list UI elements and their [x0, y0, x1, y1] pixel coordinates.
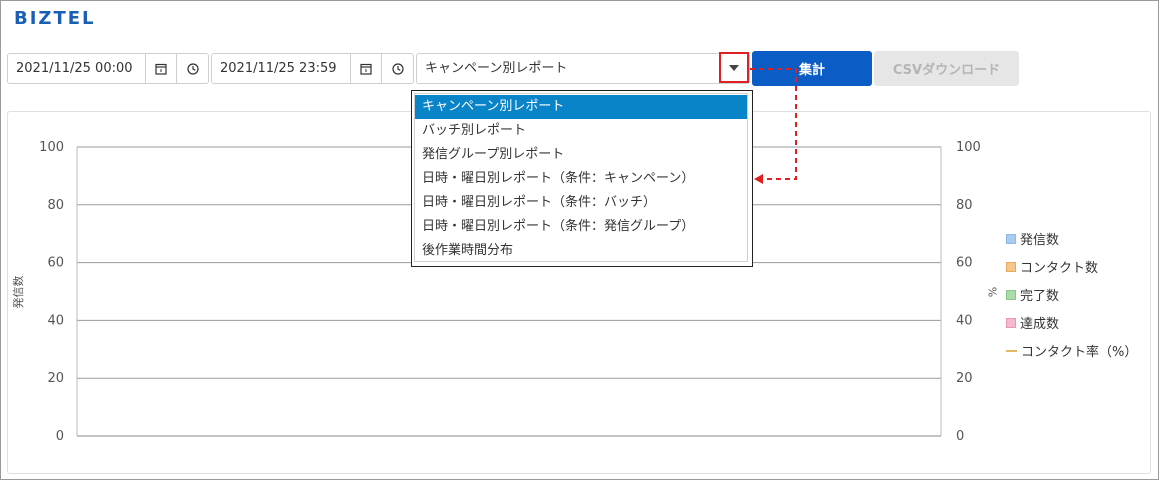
- y-axis-label-left: 発信数: [12, 275, 25, 309]
- y-tick-label-left: 60: [47, 256, 64, 271]
- legend-label: 達成数: [1020, 317, 1060, 332]
- legend-item-contacts: コンタクト数: [1006, 257, 1098, 276]
- legend-item-calls: 発信数: [1006, 229, 1059, 248]
- dropdown-option[interactable]: バッチ別レポート: [415, 119, 747, 143]
- y-tick-label-right: 40: [956, 313, 973, 328]
- legend-item-contact-rate: コンタクト率（%）: [1006, 341, 1137, 360]
- y-tick-label-right: 100: [956, 140, 981, 155]
- y-tick-label-right: 80: [956, 198, 973, 213]
- dropdown-option[interactable]: 日時・曜日別レポート（条件：バッチ）: [415, 191, 747, 215]
- report-type-dropdown: キャンペーン別レポート バッチ別レポート 発信グループ別レポート 日時・曜日別レ…: [411, 90, 753, 267]
- legend-swatch: [1006, 317, 1016, 328]
- legend-item-completed: 完了数: [1006, 285, 1059, 304]
- legend-line: [1006, 349, 1017, 352]
- dropdown-list: キャンペーン別レポート バッチ別レポート 発信グループ別レポート 日時・曜日別レ…: [414, 93, 748, 262]
- y-tick-label-right: 0: [956, 429, 964, 444]
- legend-item-achieved: 達成数: [1006, 313, 1059, 332]
- legend-label: コンタクト数: [1020, 261, 1099, 276]
- legend-swatch: [1006, 261, 1016, 272]
- legend-label: 発信数: [1020, 233, 1060, 248]
- y-tick-label-left: 40: [47, 313, 64, 328]
- dropdown-option[interactable]: キャンペーン別レポート: [415, 95, 747, 119]
- y-axis-label-right: %: [985, 286, 999, 298]
- y-tick-label-right: 20: [956, 371, 973, 386]
- dropdown-option[interactable]: 日時・曜日別レポート（条件：発信グループ）: [415, 215, 747, 239]
- legend-swatch: [1006, 289, 1016, 300]
- dropdown-option[interactable]: 発信グループ別レポート: [415, 143, 747, 167]
- dropdown-option[interactable]: 後作業時間分布: [415, 239, 747, 263]
- y-tick-label-right: 60: [956, 256, 973, 271]
- y-tick-label-left: 100: [39, 140, 64, 155]
- y-tick-label-left: 20: [47, 371, 64, 386]
- legend-label: 完了数: [1020, 289, 1060, 304]
- y-tick-label-left: 0: [56, 429, 64, 444]
- legend-swatch: [1006, 233, 1016, 244]
- dropdown-option[interactable]: 日時・曜日別レポート（条件：キャンペーン）: [415, 167, 747, 191]
- y-tick-label-left: 80: [47, 198, 64, 213]
- legend-label: コンタクト率（%）: [1021, 345, 1138, 360]
